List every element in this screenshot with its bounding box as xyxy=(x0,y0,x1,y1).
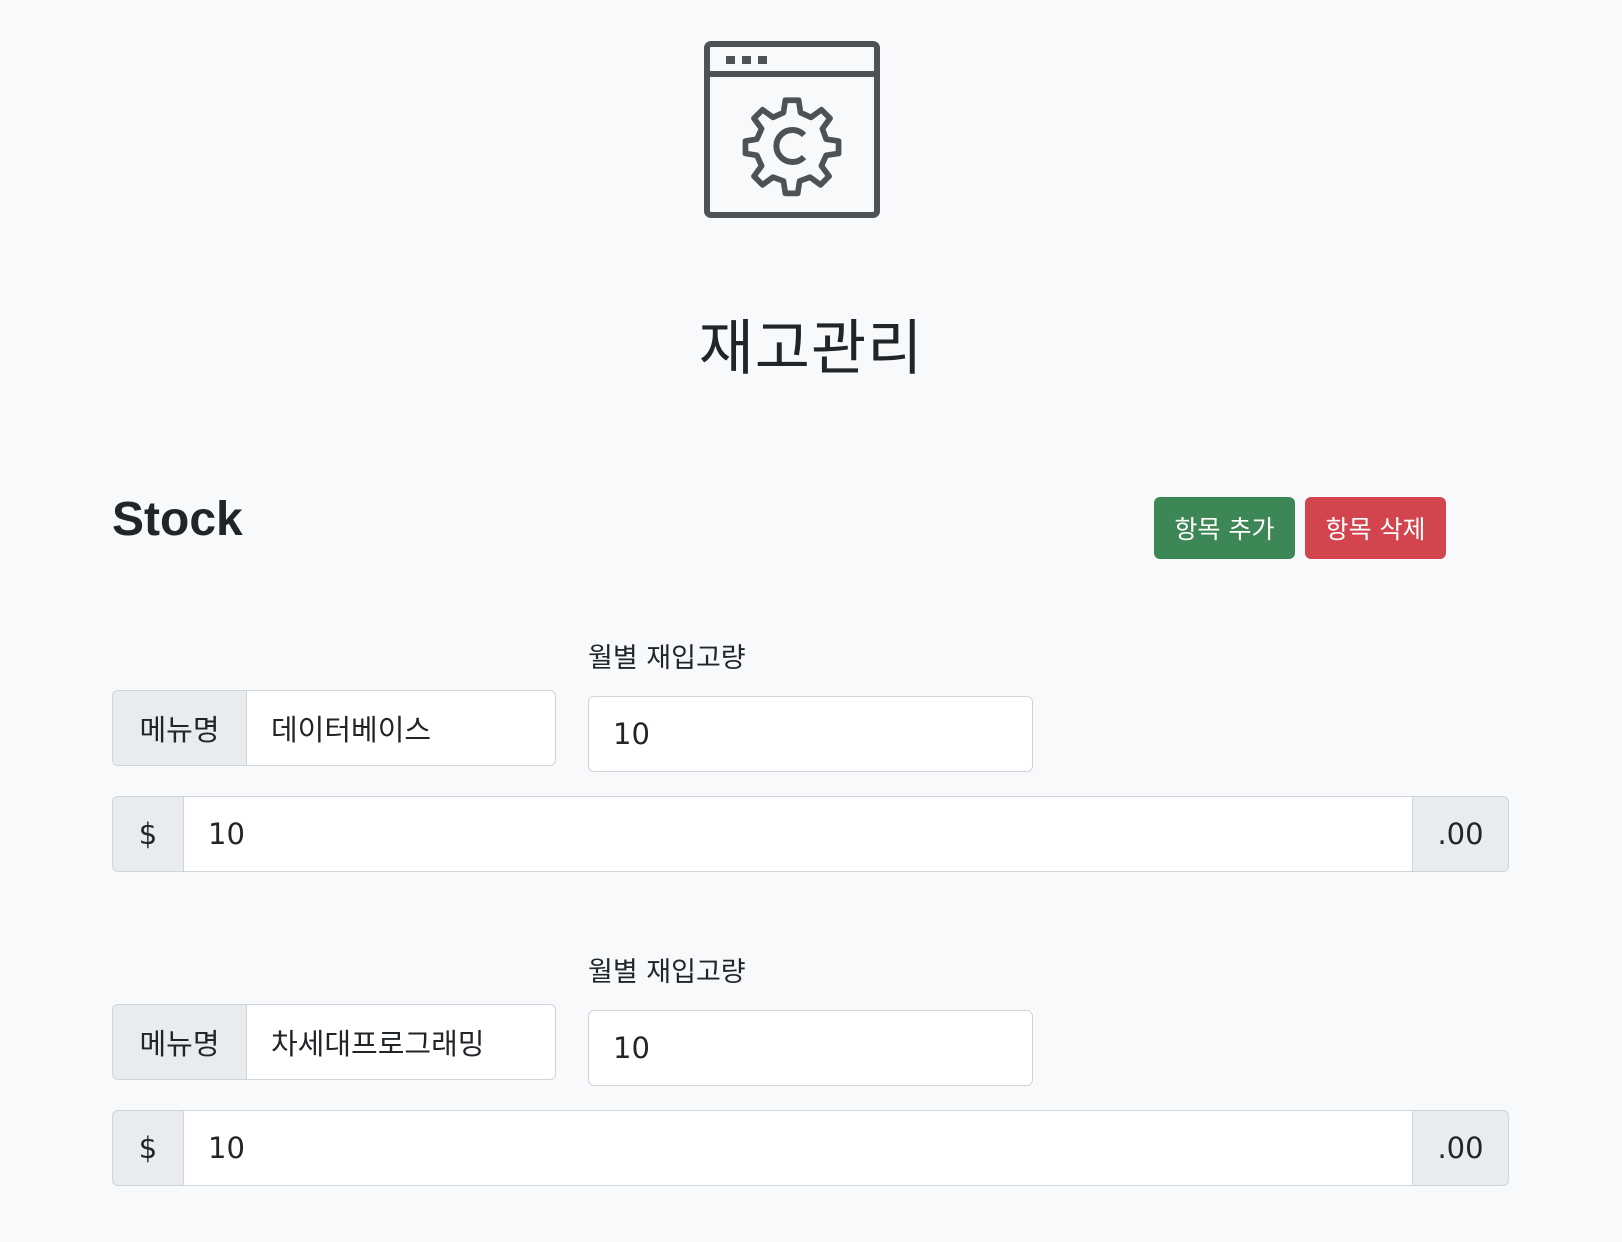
stock-entry: 월별 재입고량 메뉴명 차세대프로그래밍 10 $ 10 .00 xyxy=(0,950,1622,1242)
section-title: Stock xyxy=(112,493,243,546)
menu-name-group: 메뉴명 데이터베이스 xyxy=(112,690,556,766)
currency-addon: $ xyxy=(112,796,183,872)
restock-quantity-label: 월별 재입고량 xyxy=(588,957,746,988)
price-input-group: $ 10 .00 xyxy=(112,1110,1509,1186)
menu-name-addon: 메뉴명 xyxy=(112,1004,246,1080)
menu-name-addon: 메뉴명 xyxy=(112,690,246,766)
restock-quantity-label: 월별 재입고량 xyxy=(588,643,746,674)
delete-item-button[interactable]: 항목 삭제 xyxy=(1305,497,1446,559)
price-input[interactable]: 10 xyxy=(183,1110,1413,1186)
menu-name-input[interactable]: 데이터베이스 xyxy=(246,690,556,766)
stock-entry: 월별 재입고량 메뉴명 데이터베이스 10 $ 10 .00 xyxy=(0,636,1622,936)
add-item-button[interactable]: 항목 추가 xyxy=(1154,497,1295,559)
app-title: 재고관리 xyxy=(698,314,924,384)
price-input[interactable]: 10 xyxy=(183,796,1413,872)
price-input-group: $ 10 .00 xyxy=(112,796,1509,872)
restock-quantity-input[interactable]: 10 xyxy=(588,696,1033,772)
restock-quantity-input[interactable]: 10 xyxy=(588,1010,1033,1086)
menu-name-input[interactable]: 차세대프로그래밍 xyxy=(246,1004,556,1080)
menu-name-group: 메뉴명 차세대프로그래밍 xyxy=(112,1004,556,1080)
decimal-addon: .00 xyxy=(1413,796,1509,872)
decimal-addon: .00 xyxy=(1413,1110,1509,1186)
currency-addon: $ xyxy=(112,1110,183,1186)
settings-window-icon xyxy=(704,41,880,218)
stock-page: 재고관리 Stock 항목 추가 항목 삭제 월별 재입고량 메뉴명 데이터베이… xyxy=(0,0,1622,1242)
